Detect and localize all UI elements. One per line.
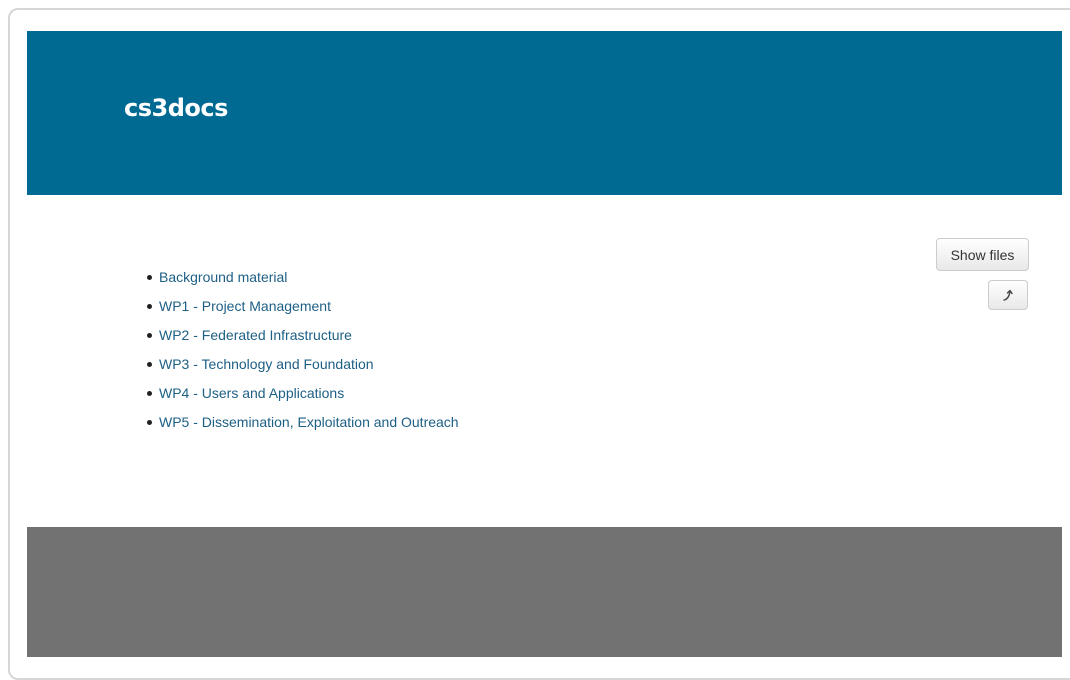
document-list: Background material WP1 - Project Manage…	[147, 267, 459, 441]
open-external-button[interactable]	[988, 280, 1028, 310]
site-footer	[27, 527, 1062, 657]
bullet-icon	[147, 420, 152, 425]
list-item: WP2 - Federated Infrastructure	[147, 325, 459, 354]
document-link-wp5[interactable]: WP5 - Dissemination, Exploitation and Ou…	[159, 414, 459, 430]
document-link-wp3[interactable]: WP3 - Technology and Foundation	[159, 356, 374, 372]
list-item: WP4 - Users and Applications	[147, 383, 459, 412]
document-link-background-material[interactable]: Background material	[159, 269, 287, 285]
document-link-wp1[interactable]: WP1 - Project Management	[159, 298, 331, 314]
document-link-wp2[interactable]: WP2 - Federated Infrastructure	[159, 327, 352, 343]
list-item: WP3 - Technology and Foundation	[147, 354, 459, 383]
bullet-icon	[147, 362, 152, 367]
show-files-button[interactable]: Show files	[936, 238, 1029, 271]
document-link-wp4[interactable]: WP4 - Users and Applications	[159, 385, 344, 401]
list-item: WP5 - Dissemination, Exploitation and Ou…	[147, 412, 459, 441]
bullet-icon	[147, 275, 152, 280]
main-content: Background material WP1 - Project Manage…	[27, 195, 1062, 527]
bullet-icon	[147, 304, 152, 309]
site-header: cs3docs	[27, 31, 1062, 195]
site-title: cs3docs	[124, 94, 228, 122]
page: cs3docs Background material WP1 - Projec…	[27, 31, 1062, 657]
external-arrow-icon	[1003, 289, 1013, 301]
list-item: WP1 - Project Management	[147, 296, 459, 325]
bullet-icon	[147, 391, 152, 396]
bullet-icon	[147, 333, 152, 338]
list-item: Background material	[147, 267, 459, 296]
